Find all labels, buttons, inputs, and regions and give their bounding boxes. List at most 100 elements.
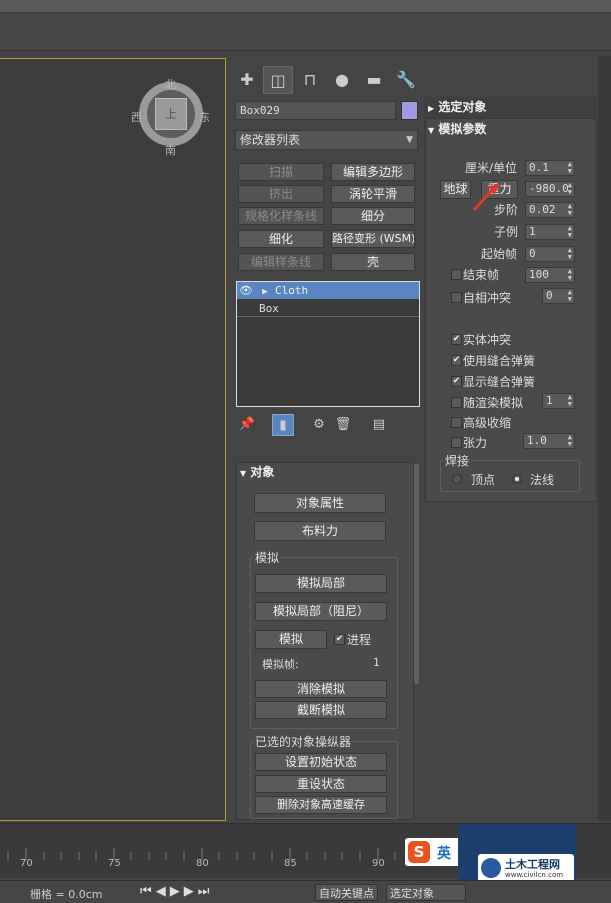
simulate-local-button[interactable]: 模拟局部: [255, 574, 387, 593]
cloth-forces-button[interactable]: 布料力: [254, 521, 386, 541]
self-collision-checkbox[interactable]: [451, 292, 462, 303]
adv-pinch-checkbox[interactable]: [451, 417, 462, 428]
subsample-spinner[interactable]: 1 ▲ ▼: [525, 224, 575, 240]
vertex-label: 顶点: [471, 473, 496, 487]
selected-object-rollout-header[interactable]: ▶ 选定对象: [428, 98, 486, 116]
step-spinner[interactable]: 0.02 ▲ ▼: [525, 202, 575, 218]
simulate-group-title: 模拟: [253, 549, 282, 566]
object-properties-button[interactable]: 对象属性: [254, 493, 386, 513]
turbosmooth-button[interactable]: 涡轮平滑: [331, 185, 415, 203]
remove-modifier-icon[interactable]: 🗑: [332, 414, 354, 436]
viewcube[interactable]: 上: [155, 98, 187, 130]
expand-arrow-icon[interactable]: ▶: [255, 284, 275, 301]
start-frame-spinner[interactable]: 0 ▲ ▼: [525, 246, 575, 262]
self-collision-spinner[interactable]: 0 ▲ ▼: [542, 288, 575, 304]
tension-checkbox[interactable]: [451, 437, 462, 448]
toolbar-area: [0, 14, 611, 51]
display-tab-icon[interactable]: ▬: [359, 66, 389, 94]
erase-simulation-button[interactable]: 消除模拟: [255, 680, 387, 698]
sweep-button[interactable]: 扫描: [238, 163, 324, 181]
vertex-radio[interactable]: [452, 474, 462, 484]
render-sim-spinner[interactable]: 1 ▲ ▼: [542, 393, 575, 409]
edit-spline-button[interactable]: 编辑样条线: [238, 253, 324, 271]
command-panel-scrollbar[interactable]: [414, 464, 419, 684]
gravity-spinner[interactable]: -980.0 ▲ ▼: [525, 181, 575, 197]
spinner-arrows-icon[interactable]: ▲ ▼: [568, 161, 572, 175]
extrude-button[interactable]: 挤出: [238, 185, 324, 203]
end-frame-value: 100: [529, 268, 549, 281]
viewcube-north-label: 北: [165, 78, 176, 91]
spinner-arrows-icon[interactable]: ▲ ▼: [568, 434, 572, 448]
ime-language-label[interactable]: 英: [437, 843, 451, 863]
cm-unit-spinner[interactable]: 0.1 ▲ ▼: [525, 160, 575, 176]
use-sewing-checkbox[interactable]: ✔: [451, 355, 462, 366]
eye-icon[interactable]: 👁: [237, 282, 255, 299]
ime-toolbar[interactable]: S 英: [405, 838, 461, 866]
selected-object-rollout-title: 选定对象: [438, 100, 487, 114]
show-sewing-label: 显示缝合弹簧: [463, 375, 536, 389]
pin-stack-icon[interactable]: 📌: [236, 414, 258, 436]
modify-tab-icon[interactable]: ◫: [263, 66, 293, 94]
sogou-icon: S: [408, 841, 430, 863]
spinner-arrows-icon[interactable]: ▲ ▼: [568, 289, 572, 303]
object-color-swatch[interactable]: [401, 101, 418, 120]
selected-manipulator-title: 已选的对象操纵器: [253, 733, 354, 750]
shell-button[interactable]: 壳: [331, 253, 415, 271]
stack-item-box[interactable]: Box: [237, 300, 419, 317]
auto-key-button[interactable]: 自动关键点: [315, 884, 378, 901]
object-rollout-header[interactable]: ▼ 对象: [240, 463, 274, 481]
use-sewing-label: 使用缝合弹簧: [463, 354, 536, 368]
spinner-arrows-icon[interactable]: ▲ ▼: [568, 268, 572, 282]
watermark-text: 土木工程网: [505, 858, 560, 871]
earth-button[interactable]: 地球: [440, 180, 471, 199]
stack-item-cloth[interactable]: 👁 ▶ Cloth: [237, 282, 419, 299]
spinner-arrows-icon[interactable]: ▲ ▼: [568, 394, 572, 408]
spinner-arrows-icon[interactable]: ▲ ▼: [568, 203, 572, 217]
path-deform-button[interactable]: 路径变形 (WSM): [331, 230, 415, 248]
show-end-result-icon[interactable]: ▮: [272, 414, 294, 436]
hierarchy-tab-icon[interactable]: ⊓: [295, 66, 325, 94]
timeline-tick-75: 75: [108, 858, 121, 869]
render-sim-label: 随渲染模拟: [463, 396, 524, 410]
progress-checkbox[interactable]: ✔: [334, 634, 345, 645]
utilities-tab-icon[interactable]: 🔧: [391, 66, 421, 94]
normal-radio[interactable]: [512, 474, 522, 484]
create-tab-icon[interactable]: ✚: [232, 66, 262, 94]
solid-collision-checkbox[interactable]: ✔: [451, 334, 462, 345]
selection-set-dropdown[interactable]: 选定对象: [386, 884, 466, 901]
set-initial-state-button[interactable]: 设置初始状态: [255, 753, 387, 771]
playback-controls[interactable]: ⏮◀▶▶⏭: [140, 884, 213, 899]
subdivide-button[interactable]: 细分: [331, 207, 415, 225]
tension-spinner[interactable]: 1.0 ▲ ▼: [523, 433, 575, 449]
expand-arrow-icon: ▶: [428, 104, 435, 113]
end-frame-label: 结束帧: [463, 268, 500, 282]
simulate-button[interactable]: 模拟: [255, 630, 327, 649]
sim-params-rollout-header[interactable]: ▼ 模拟参数: [428, 120, 486, 138]
configure-modifier-sets-icon[interactable]: ▤: [368, 414, 390, 436]
edit-poly-button[interactable]: 编辑多边形: [331, 163, 415, 181]
viewport[interactable]: [0, 58, 226, 821]
spinner-arrows-icon[interactable]: ▲ ▼: [568, 182, 572, 196]
step-value: 0.02: [529, 203, 556, 216]
normalize-spline-button[interactable]: 规格化样条线: [238, 207, 324, 225]
start-frame-value: 0: [529, 247, 536, 260]
spinner-arrows-icon[interactable]: ▲ ▼: [568, 247, 572, 261]
watermark-url: www.civilcn.com: [505, 871, 564, 879]
right-scrollbar[interactable]: [598, 56, 611, 821]
tessellate-button[interactable]: 细化: [238, 230, 324, 248]
object-name-field[interactable]: Box029: [235, 101, 396, 120]
truncate-simulation-button[interactable]: 截断模拟: [255, 701, 387, 719]
motion-tab-icon[interactable]: ●: [327, 66, 357, 94]
modifier-list-dropdown[interactable]: 修改器列表 ▼: [235, 130, 418, 150]
show-sewing-checkbox[interactable]: ✔: [451, 376, 462, 387]
cm-unit-label: 厘米/单位: [465, 161, 518, 175]
simulate-local-damped-button[interactable]: 模拟局部（阻尼）: [255, 602, 387, 621]
modifier-stack[interactable]: 👁 ▶ Cloth Box: [236, 281, 420, 407]
end-frame-spinner[interactable]: 100 ▲ ▼: [525, 267, 575, 283]
spinner-arrows-icon[interactable]: ▲ ▼: [568, 225, 572, 239]
render-sim-checkbox[interactable]: [451, 397, 462, 408]
end-frame-checkbox[interactable]: [451, 269, 462, 280]
make-unique-icon[interactable]: ⚙: [308, 414, 330, 436]
reset-state-button[interactable]: 重设状态: [255, 775, 387, 793]
delete-object-cache-button[interactable]: 删除对象高速缓存: [255, 796, 387, 814]
